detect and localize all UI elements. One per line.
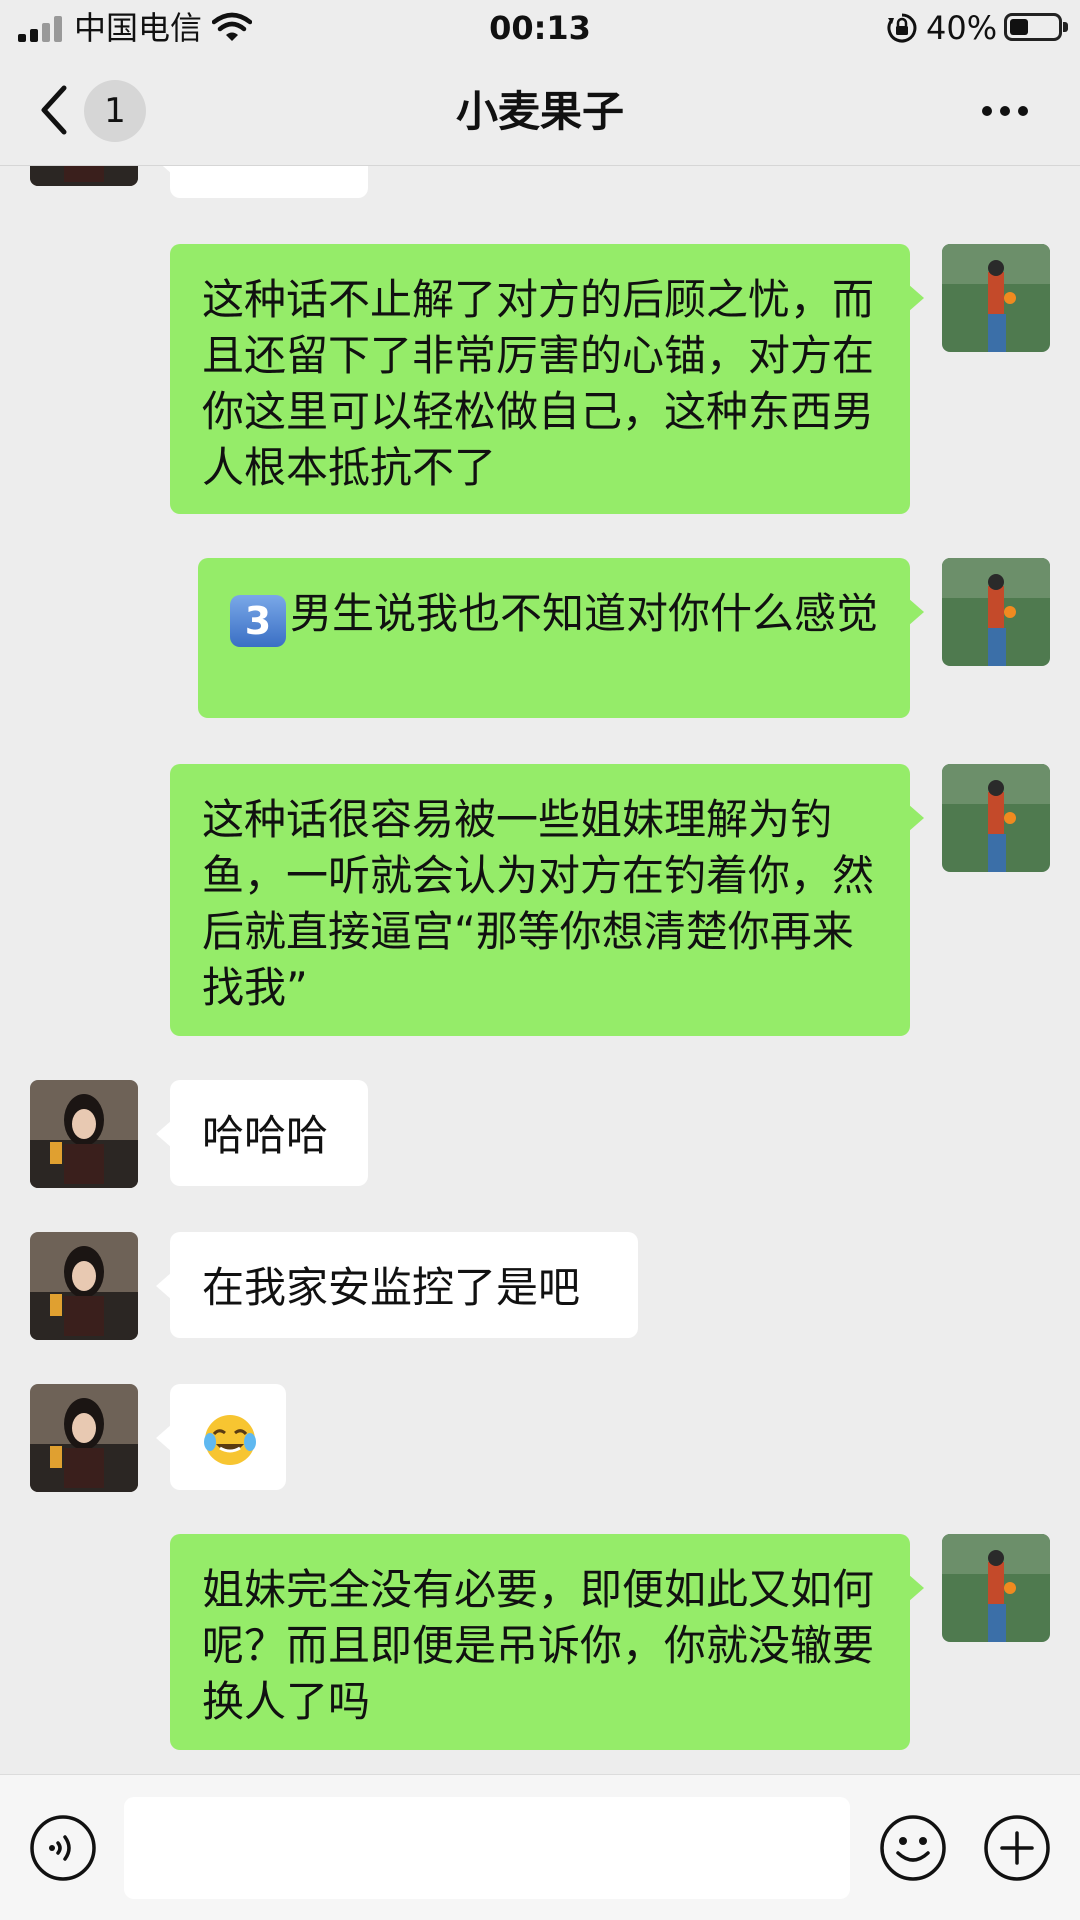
- plus-icon[interactable]: [982, 1813, 1052, 1883]
- contact-avatar[interactable]: [30, 1080, 138, 1188]
- input-bar: [0, 1774, 1080, 1920]
- my-avatar[interactable]: [942, 244, 1050, 352]
- incoming-message[interactable]: 哈哈哈: [156, 1080, 368, 1186]
- face-with-tears-of-joy-icon: [204, 1415, 256, 1465]
- outgoing-message[interactable]: 这种话不止解了对方的后顾之忧，而且还留下了非常厉害的心锚，对方在你这里可以轻松做…: [170, 244, 924, 514]
- contact-avatar[interactable]: [30, 1232, 138, 1340]
- incoming-message[interactable]: [156, 1384, 286, 1490]
- my-avatar[interactable]: [942, 764, 1050, 872]
- incoming-message[interactable]: 在我家安监控了是吧: [156, 1232, 638, 1338]
- rotation-lock-icon: [887, 13, 917, 43]
- message-list[interactable]: 这种话不止解了对方的后顾之忧，而且还留下了非常厉害的心锚，对方在你这里可以轻松做…: [0, 166, 1080, 1774]
- voice-icon[interactable]: [28, 1813, 98, 1883]
- keycap-3-emoji: 3: [230, 595, 286, 647]
- chat-title: 小麦果子: [455, 87, 624, 136]
- message-input[interactable]: [124, 1797, 850, 1899]
- contact-avatar[interactable]: [30, 1384, 138, 1492]
- my-avatar[interactable]: [942, 558, 1050, 666]
- message-text: 男生说我也不知道对你什么感觉: [290, 589, 879, 638]
- incoming-message[interactable]: [156, 166, 368, 198]
- chat-header: 1 小麦果子: [0, 56, 1080, 166]
- contact-avatar[interactable]: [30, 166, 138, 186]
- clock: 00:13: [489, 9, 591, 47]
- outgoing-message[interactable]: 姐妹完全没有必要，即便如此又如何呢？而且即便是吊诉你，你就没辙要换人了吗: [170, 1534, 924, 1750]
- my-avatar[interactable]: [942, 1534, 1050, 1642]
- outgoing-message[interactable]: 这种话很容易被一些姐妹理解为钓鱼，一听就会认为对方在钓着你，然后就直接逼宫“那等…: [170, 764, 924, 1036]
- battery-icon: [1004, 13, 1068, 41]
- status-bar: 中国电信 00:13 40%: [0, 0, 1080, 56]
- emoji-icon[interactable]: [878, 1813, 948, 1883]
- battery-percentage: 40%: [926, 9, 998, 47]
- more-icon[interactable]: [980, 101, 1030, 121]
- outgoing-message[interactable]: 3 男生说我也不知道对你什么感觉: [198, 558, 924, 718]
